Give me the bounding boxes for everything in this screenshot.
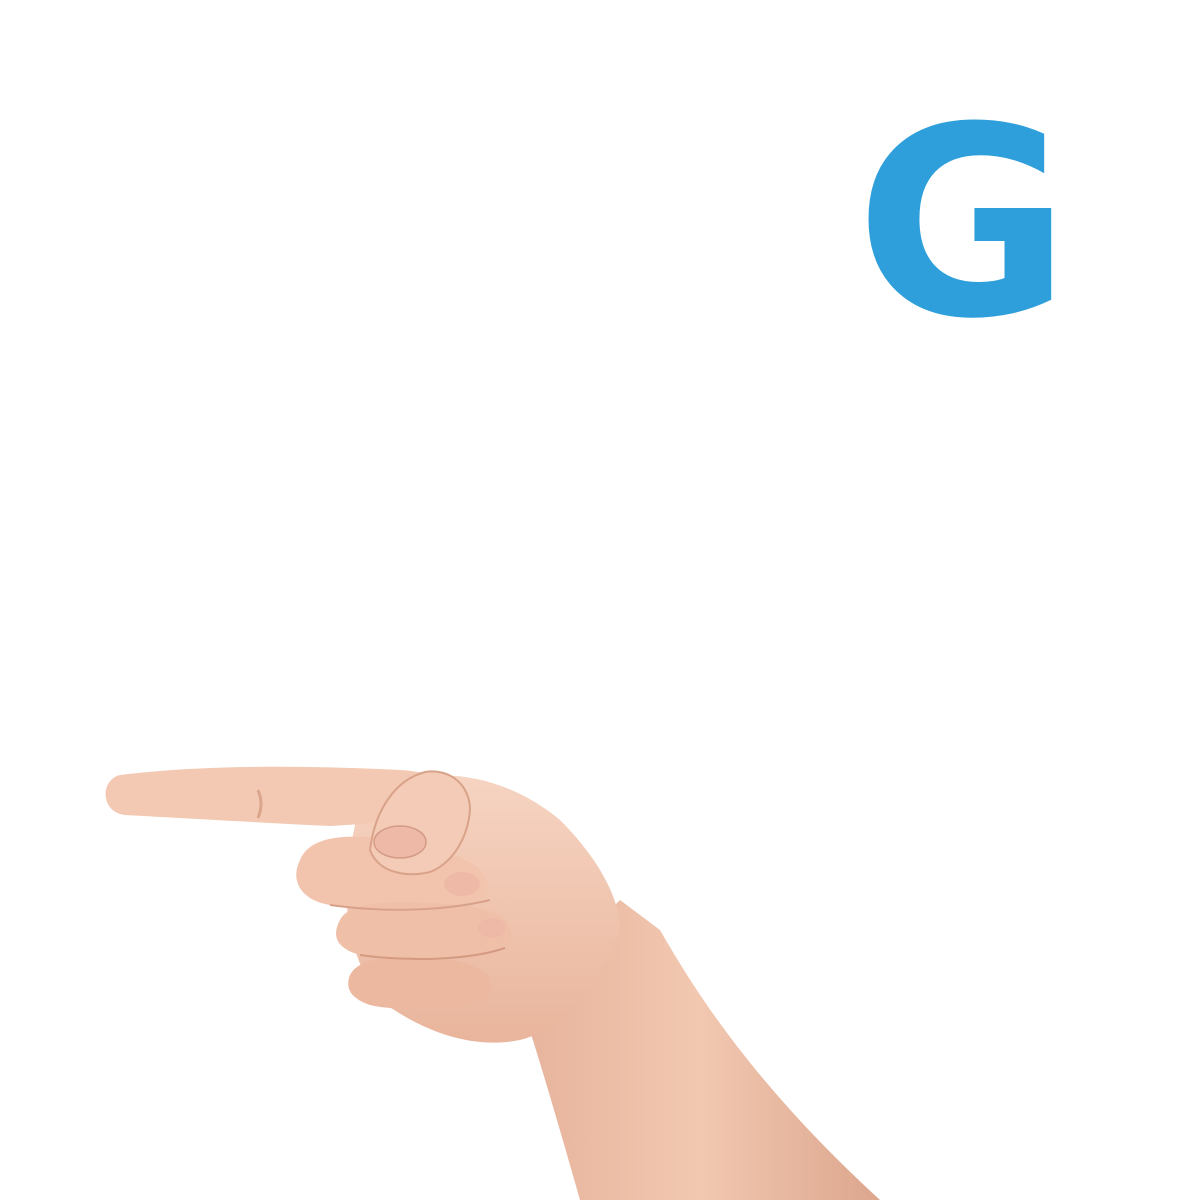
finger-nail-2 [478, 918, 506, 938]
thumb-nail [373, 825, 427, 859]
curled-finger-3 [348, 957, 492, 1010]
finger-nail-1 [444, 872, 480, 896]
hand-g-handshape-icon [105, 766, 880, 1200]
sign-card: G [0, 0, 1200, 1200]
